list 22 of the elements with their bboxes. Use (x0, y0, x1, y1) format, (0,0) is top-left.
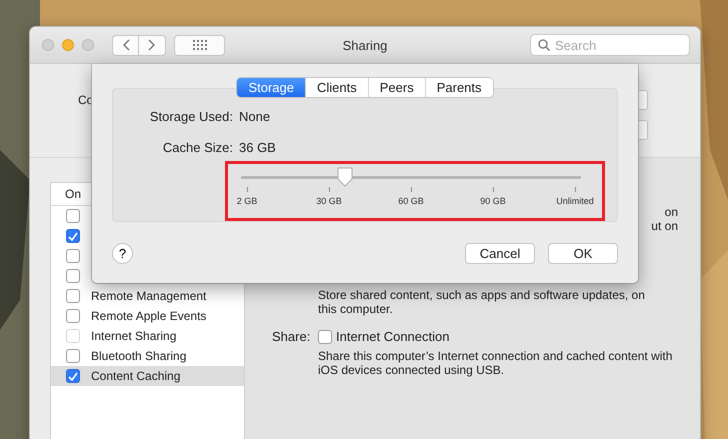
field-label: Storage Used: (148, 109, 233, 124)
field-value: None (239, 109, 270, 124)
tick-label: 60 GB (398, 196, 424, 206)
column-header: On (65, 187, 82, 201)
window-title: Sharing (342, 38, 388, 52)
field-label: Cache Size: (162, 140, 233, 155)
service-label: Remote Management (91, 289, 206, 303)
service-label: Internet Sharing (91, 329, 176, 343)
checkbox-label: Internet Connection (336, 329, 450, 344)
description-text: ut on (651, 219, 678, 233)
service-label: Remote Apple Events (91, 309, 206, 323)
service-label: Content Caching (91, 369, 180, 383)
tick-label: 30 GB (316, 196, 342, 206)
tick-label: 2 GB (236, 196, 258, 206)
description-text: Store shared content, such as apps and software updates, on this computer. (318, 288, 646, 316)
share-label: Share: (272, 329, 312, 344)
description-text: on (664, 205, 678, 219)
tick-label: 90 GB (480, 196, 506, 206)
tick-label: Unlimited (556, 196, 594, 206)
service-label: Bluetooth Sharing (91, 349, 186, 363)
field-value: 36 GB (239, 140, 276, 155)
description-text: Share this computer’s Internet connection and cached content with iOS devices connected using USB. (318, 349, 674, 377)
